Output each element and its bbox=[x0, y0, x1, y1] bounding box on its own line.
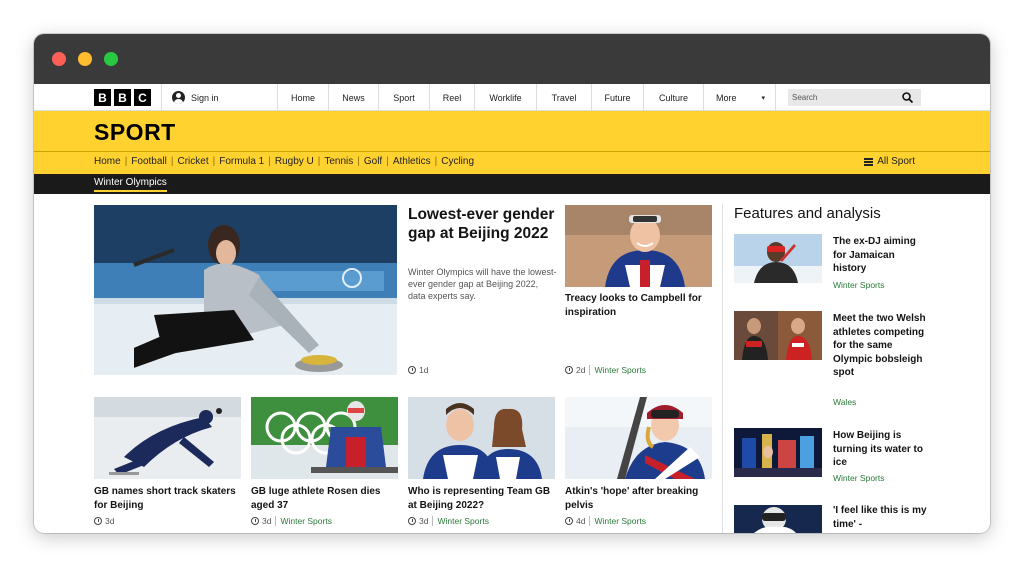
user-icon bbox=[172, 91, 185, 104]
clock-icon bbox=[408, 517, 416, 525]
sport-nav-golf[interactable]: Golf bbox=[364, 156, 382, 167]
team-gb-time: 3d bbox=[419, 516, 429, 526]
subnav-winter-olympics[interactable]: Winter Olympics bbox=[94, 177, 167, 192]
topnav-sport[interactable]: Sport bbox=[379, 84, 430, 111]
search-placeholder: Search bbox=[792, 93, 818, 102]
main-content: Lowest-ever gender gap at Beijing 2022 W… bbox=[34, 194, 990, 533]
clock-icon bbox=[408, 366, 416, 374]
luge-story-image[interactable] bbox=[251, 397, 398, 479]
luge-tag[interactable]: Winter Sports bbox=[275, 516, 332, 526]
search-input[interactable]: Search bbox=[788, 89, 921, 106]
bbc-logo-letter: C bbox=[134, 89, 151, 106]
bbc-logo-letter: B bbox=[114, 89, 131, 106]
team-gb-meta: 3d Winter Sports bbox=[408, 516, 489, 526]
window-titlebar bbox=[34, 34, 990, 84]
atkin-meta: 4d Winter Sports bbox=[565, 516, 646, 526]
sport-navigation: Home | Football | Cricket | Formula 1 | Rugb… bbox=[34, 152, 990, 174]
feature-welsh-tag[interactable]: Wales bbox=[833, 397, 856, 407]
feature-welsh-image[interactable] bbox=[734, 311, 822, 360]
topnav-more-label: More bbox=[716, 92, 737, 103]
luge-headline[interactable]: GB luge athlete Rosen dies aged 37 bbox=[251, 485, 398, 512]
sport-nav-home[interactable]: Home bbox=[94, 156, 121, 167]
lead-story-headline[interactable]: Lowest-ever gender gap at Beijing 2022 bbox=[408, 205, 558, 243]
clock-icon bbox=[565, 366, 573, 374]
close-window-button[interactable] bbox=[52, 52, 66, 66]
treacy-story-meta: 2d Winter Sports bbox=[565, 365, 646, 375]
bbc-logo[interactable]: B B C bbox=[94, 89, 151, 106]
team-gb-headline[interactable]: Who is representing Team GB at Beijing 2… bbox=[408, 485, 555, 512]
sport-header: SPORT bbox=[34, 111, 990, 152]
feature-dj-tag[interactable]: Winter Sports bbox=[833, 280, 885, 290]
short-track-time: 3d bbox=[105, 516, 115, 526]
atkin-headline[interactable]: Atkin's 'hope' after breaking pelvis bbox=[565, 485, 712, 512]
feature-my-time-image[interactable] bbox=[734, 505, 822, 533]
treacy-story-image[interactable] bbox=[565, 205, 712, 287]
feature-welsh-headline[interactable]: Meet the two Welsh athletes competing fo… bbox=[833, 312, 928, 380]
sport-subnav: Winter Olympics bbox=[34, 174, 990, 194]
clock-icon bbox=[94, 517, 102, 525]
sign-in-link[interactable]: Sign in bbox=[161, 84, 278, 111]
atkin-story-image[interactable] bbox=[565, 397, 712, 479]
lead-story-meta: 1d bbox=[408, 365, 428, 375]
browser-window: B B C Sign in Home News Sport Reel Workl… bbox=[34, 34, 990, 533]
column-divider bbox=[722, 204, 723, 533]
clock-icon bbox=[565, 517, 573, 525]
treacy-story-tag[interactable]: Winter Sports bbox=[589, 365, 646, 375]
feature-dj-image[interactable] bbox=[734, 234, 822, 283]
atkin-tag[interactable]: Winter Sports bbox=[589, 516, 646, 526]
team-gb-tag[interactable]: Winter Sports bbox=[432, 516, 489, 526]
search-icon[interactable] bbox=[902, 92, 913, 103]
topnav-future[interactable]: Future bbox=[592, 84, 644, 111]
sport-nav-cycling[interactable]: Cycling bbox=[441, 156, 474, 167]
bbc-logo-letter: B bbox=[94, 89, 111, 106]
maximize-window-button[interactable] bbox=[104, 52, 118, 66]
sport-nav-formula1[interactable]: Formula 1 bbox=[219, 156, 264, 167]
topnav-news[interactable]: News bbox=[329, 84, 379, 111]
feature-beijing-ice-tag[interactable]: Winter Sports bbox=[833, 473, 885, 483]
all-sport-button[interactable]: All Sport bbox=[864, 156, 915, 167]
chevron-down-icon: ▾ bbox=[761, 94, 765, 102]
treacy-story-time: 2d bbox=[576, 365, 586, 375]
team-gb-story-image[interactable] bbox=[408, 397, 555, 479]
minimize-window-button[interactable] bbox=[78, 52, 92, 66]
menu-icon bbox=[864, 157, 874, 166]
topnav-travel[interactable]: Travel bbox=[537, 84, 592, 111]
feature-beijing-ice-image[interactable] bbox=[734, 428, 822, 477]
sign-in-label: Sign in bbox=[191, 92, 219, 103]
luge-meta: 3d Winter Sports bbox=[251, 516, 332, 526]
luge-time: 3d bbox=[262, 516, 272, 526]
topnav-culture[interactable]: Culture bbox=[644, 84, 704, 111]
feature-beijing-ice-headline[interactable]: How Beijing is turning its water to ice bbox=[833, 429, 928, 470]
sport-nav-cricket[interactable]: Cricket bbox=[177, 156, 208, 167]
features-title: Features and analysis bbox=[734, 205, 881, 222]
sport-nav-athletics[interactable]: Athletics bbox=[393, 156, 431, 167]
sport-nav-football[interactable]: Football bbox=[131, 156, 167, 167]
short-track-headline[interactable]: GB names short track skaters for Beijing bbox=[94, 485, 241, 512]
topnav-more[interactable]: More ▾ bbox=[704, 84, 776, 111]
all-sport-label: All Sport bbox=[877, 156, 915, 167]
lead-story-time: 1d bbox=[419, 365, 429, 375]
sport-nav-rugby-union[interactable]: Rugby U bbox=[275, 156, 314, 167]
lead-story-summary: Winter Olympics will have the lowest-eve… bbox=[408, 267, 557, 301]
sport-title[interactable]: SPORT bbox=[94, 119, 176, 146]
short-track-meta: 3d bbox=[94, 516, 114, 526]
feature-my-time-headline[interactable]: 'I feel like this is my time' - bbox=[833, 504, 928, 531]
bbc-global-bar: B B C Sign in Home News Sport Reel Workl… bbox=[34, 84, 990, 111]
feature-dj-headline[interactable]: The ex-DJ aiming for Jamaican history bbox=[833, 235, 928, 276]
clock-icon bbox=[251, 517, 259, 525]
lead-story-image[interactable] bbox=[94, 205, 397, 375]
treacy-story-headline[interactable]: Treacy looks to Campbell for inspiration bbox=[565, 292, 715, 319]
sport-nav-tennis[interactable]: Tennis bbox=[324, 156, 353, 167]
topnav-reel[interactable]: Reel bbox=[430, 84, 475, 111]
topnav-home[interactable]: Home bbox=[278, 84, 329, 111]
atkin-time: 4d bbox=[576, 516, 586, 526]
short-track-story-image[interactable] bbox=[94, 397, 241, 479]
top-navigation: Home News Sport Reel Worklife Travel Fut… bbox=[278, 84, 776, 111]
topnav-worklife[interactable]: Worklife bbox=[475, 84, 537, 111]
